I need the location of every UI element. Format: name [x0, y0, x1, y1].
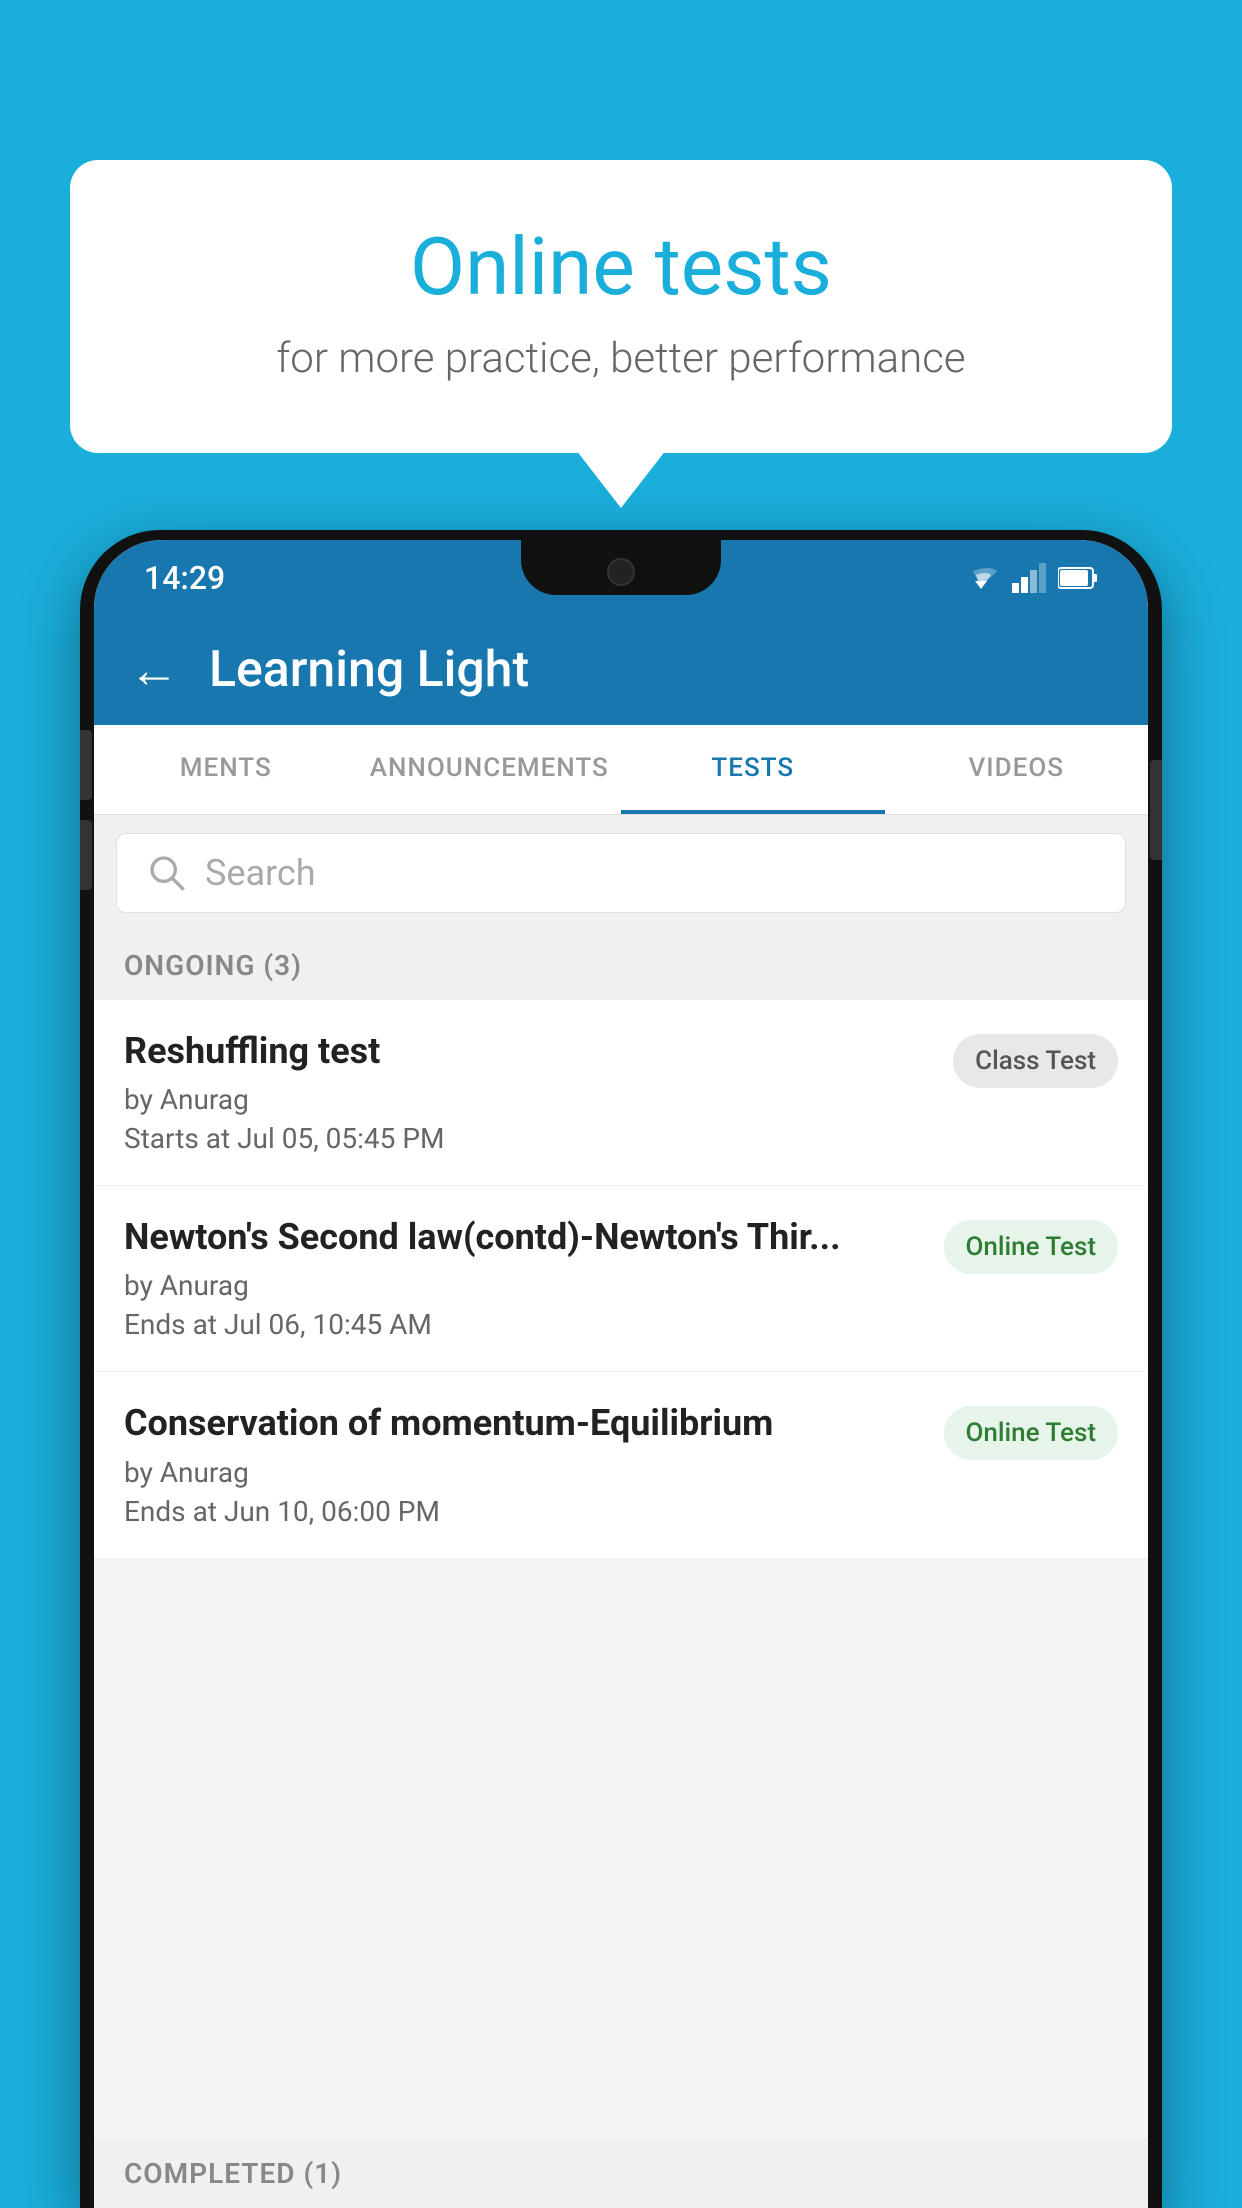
test-badge-class-test: Class Test — [953, 1034, 1118, 1088]
signal-icon — [1012, 563, 1046, 593]
test-badge-online-test: Online Test — [944, 1220, 1119, 1274]
app-bar: ← Learning Light — [94, 615, 1148, 725]
test-author: by Anurag — [124, 1456, 924, 1489]
search-placeholder-text: Search — [205, 852, 316, 894]
tab-videos[interactable]: VIDEOS — [885, 725, 1149, 814]
test-info: Newton's Second law(contd)-Newton's Thir… — [124, 1216, 924, 1341]
status-time: 14:29 — [144, 559, 225, 597]
search-input[interactable]: Search — [116, 833, 1126, 913]
test-item[interactable]: Newton's Second law(contd)-Newton's Thir… — [94, 1186, 1148, 1372]
ongoing-section-header: ONGOING (3) — [94, 931, 1148, 1000]
camera-dot — [607, 558, 635, 586]
app-title: Learning Light — [209, 641, 529, 699]
test-badge-online-test-2: Online Test — [944, 1406, 1119, 1460]
speech-bubble: Online tests for more practice, better p… — [70, 160, 1172, 453]
test-author: by Anurag — [124, 1083, 933, 1116]
test-item[interactable]: Conservation of momentum-Equilibrium by … — [94, 1372, 1148, 1558]
status-bar: 14:29 — [94, 540, 1148, 615]
test-item[interactable]: Reshuffling test by Anurag Starts at Jul… — [94, 1000, 1148, 1186]
tabs-bar: MENTS ANNOUNCEMENTS TESTS VIDEOS — [94, 725, 1148, 815]
tab-tests[interactable]: TESTS — [621, 725, 885, 814]
tab-assignments[interactable]: MENTS — [94, 725, 358, 814]
phone-frame: 14:29 — [80, 530, 1162, 2208]
volume-down-button — [80, 820, 92, 890]
test-name: Reshuffling test — [124, 1030, 933, 1073]
volume-up-button — [80, 730, 92, 800]
completed-section-header: COMPLETED (1) — [94, 2138, 1148, 2208]
bubble-subtitle: for more practice, better performance — [120, 334, 1122, 383]
power-button — [1150, 760, 1162, 860]
notch — [521, 540, 721, 595]
tab-announcements[interactable]: ANNOUNCEMENTS — [358, 725, 622, 814]
test-info: Reshuffling test by Anurag Starts at Jul… — [124, 1030, 933, 1155]
phone-screen: 14:29 — [94, 540, 1148, 2208]
test-info: Conservation of momentum-Equilibrium by … — [124, 1402, 924, 1527]
status-icons — [962, 563, 1098, 593]
back-button[interactable]: ← — [129, 641, 179, 700]
search-container: Search — [94, 815, 1148, 931]
search-icon — [147, 853, 187, 893]
test-date: Starts at Jul 05, 05:45 PM — [124, 1122, 933, 1155]
test-name: Newton's Second law(contd)-Newton's Thir… — [124, 1216, 924, 1259]
test-date: Ends at Jun 10, 06:00 PM — [124, 1495, 924, 1528]
battery-icon — [1058, 565, 1098, 591]
test-name: Conservation of momentum-Equilibrium — [124, 1402, 924, 1445]
test-date: Ends at Jul 06, 10:45 AM — [124, 1308, 924, 1341]
wifi-icon — [962, 563, 1000, 593]
test-list: Reshuffling test by Anurag Starts at Jul… — [94, 1000, 1148, 1559]
bubble-title: Online tests — [120, 220, 1122, 314]
test-author: by Anurag — [124, 1269, 924, 1302]
